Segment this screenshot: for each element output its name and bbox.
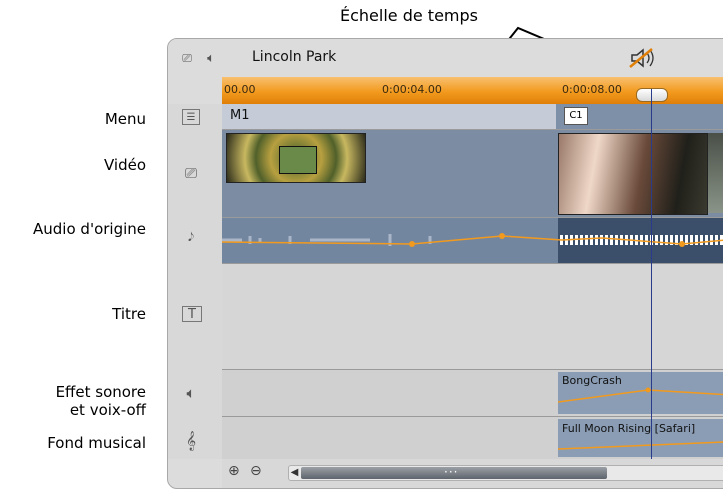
original-audio-track[interactable]	[222, 218, 723, 264]
menu-track[interactable]: M1 C1	[222, 104, 723, 130]
background-music-track-label: Fond musical	[47, 434, 146, 452]
video-track[interactable]	[222, 130, 723, 218]
speaker-icon[interactable]: 🔈︎	[198, 47, 224, 69]
zoom-out-icon[interactable]: ⊖	[250, 463, 262, 479]
menu-thumbnail[interactable]	[226, 133, 366, 183]
original-audio-track-label: Audio d'origine	[33, 220, 146, 238]
list-icon[interactable]: ☰	[182, 109, 200, 125]
original-audio-waveform	[222, 218, 723, 263]
video-track-icon[interactable]: ⎚	[174, 47, 200, 69]
background-music-track[interactable]: Full Moon Rising [Safari]	[222, 417, 723, 460]
title-track-label: Titre	[112, 305, 146, 323]
title-track[interactable]	[222, 264, 723, 370]
menu-track-label: Menu	[104, 110, 146, 128]
guitar-icon[interactable]: 𝆕	[178, 224, 204, 246]
track-icon-column: ☰ ⎚ 𝆕 T 🔈︎ 𝄞	[168, 104, 222, 459]
ruler-tick-0: 00.00	[224, 83, 256, 96]
timescale-callout-label: Échelle de temps	[340, 6, 478, 25]
scrollbar-thumb[interactable]: ···	[301, 465, 607, 479]
speaker-icon[interactable]: 🔈︎	[178, 382, 204, 404]
mute-speaker-icon[interactable]	[628, 47, 658, 69]
timeline-header: ⎚ 🔈︎ Lincoln Park	[168, 39, 723, 77]
video-track-icon[interactable]: ⎚	[178, 162, 204, 184]
video-clip-thumbnail-next[interactable]	[708, 133, 723, 213]
treble-clef-icon[interactable]: 𝄞	[178, 430, 204, 452]
video-clip-thumbnail[interactable]	[558, 133, 708, 215]
timeline-panel: ⎚ 🔈︎ Lincoln Park 00.00 0:00:04.00 0:00:…	[167, 38, 723, 489]
sound-effects-track[interactable]: BongCrash	[222, 370, 723, 417]
ruler-tick-4: 0:00:04.00	[382, 83, 442, 96]
zoom-in-icon[interactable]: ⊕	[228, 463, 240, 479]
timeline-footer: ⊕ ⊖ ◀ ···	[222, 459, 723, 488]
playhead-line[interactable]	[651, 89, 652, 459]
chapter-marker-c1[interactable]: C1	[564, 107, 588, 125]
title-icon[interactable]: T	[182, 306, 202, 322]
video-track-label: Vidéo	[103, 156, 146, 174]
sound-effects-track-label-line1: Effet sonore	[55, 383, 146, 401]
menu-clip-m1[interactable]: M1	[230, 108, 250, 123]
horizontal-scrollbar[interactable]: ◀ ···	[288, 465, 723, 481]
music-clip[interactable]: Full Moon Rising [Safari]	[558, 419, 723, 457]
timescale-ruler[interactable]: 00.00 0:00:04.00 0:00:08.00	[222, 77, 723, 105]
ruler-tick-8: 0:00:08.00	[562, 83, 622, 96]
sound-clip[interactable]: BongCrash	[558, 372, 723, 414]
scroll-left-icon[interactable]: ◀	[289, 466, 300, 480]
playhead-handle[interactable]	[636, 88, 668, 102]
sound-effects-track-label-line2: et voix-off	[69, 401, 146, 419]
project-name: Lincoln Park	[252, 49, 337, 65]
